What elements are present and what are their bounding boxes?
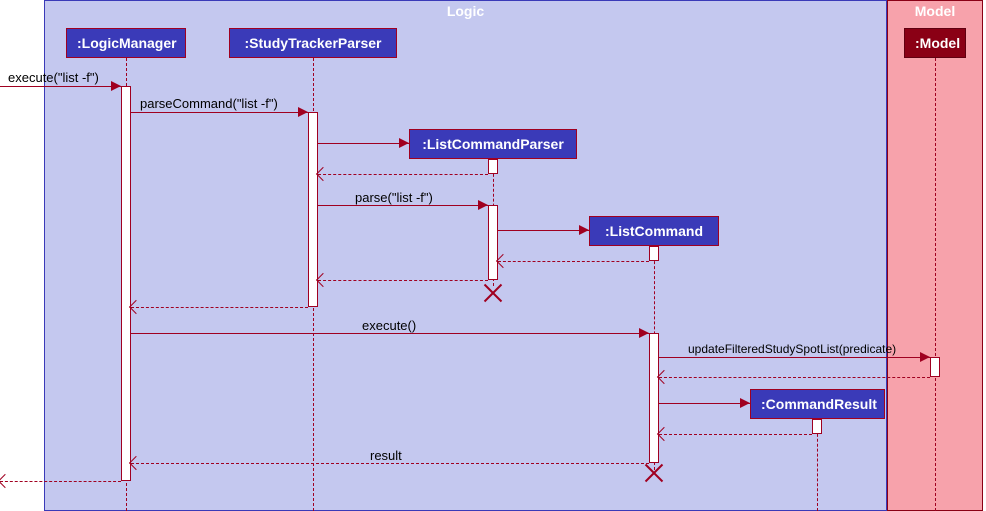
participant-list-command: :ListCommand [589,216,719,246]
msg-execute-list-f: execute("list -f") [8,70,99,85]
msg-result: result [370,448,402,463]
msg-parse-command: parseCommand("list -f") [140,96,278,111]
activation-command-result [812,419,822,434]
participant-logic-manager-label: :LogicManager [77,35,177,51]
arrow-head-create-cr [740,398,750,408]
participant-model: :Model [904,28,966,58]
arrow-m4 [131,333,649,334]
lifeline-model [935,58,936,511]
activation-logic-manager [121,86,131,481]
arrow-head-m2 [298,107,308,117]
arrow-return-final [0,481,121,482]
arrow-return-lc-create [498,261,649,262]
arrow-m6 [131,463,649,464]
participant-command-result: :CommandResult [750,389,885,419]
arrow-m2 [131,112,308,113]
arrow-return-cr-lc [659,434,812,435]
arrow-head-return-final [0,474,12,488]
destroy-lcp [483,283,503,303]
participant-command-result-label: :CommandResult [761,396,877,412]
activation-list-command-parser-1 [488,159,498,174]
participant-model-label: :Model [915,35,960,51]
activation-list-command-1 [649,246,659,261]
arrow-return-model-lc [659,377,930,378]
arrow-head-create-lcp [399,138,409,148]
participant-list-command-label: :ListCommand [605,223,703,239]
participant-logic-manager: :LogicManager [66,28,186,58]
frame-logic-label: Logic [447,1,484,21]
msg-execute: execute() [362,318,416,333]
arrow-head-m3 [478,200,488,210]
participant-list-command-parser-label: :ListCommandParser [422,136,564,152]
arrow-return-lcp-stp [318,280,488,281]
msg-parse: parse("list -f") [355,190,433,205]
arrow-head-m1 [111,81,121,91]
participant-study-tracker-parser: :StudyTrackerParser [229,28,397,58]
activation-model [930,357,940,377]
arrow-m1 [0,86,121,87]
arrow-create-cr [659,403,750,404]
arrow-create-lcp [318,143,409,144]
arrow-m5 [659,357,930,358]
arrow-return-lcp-create [318,174,488,175]
participant-list-command-parser: :ListCommandParser [409,129,577,159]
participant-study-tracker-parser-label: :StudyTrackerParser [245,35,382,51]
arrow-m3 [318,205,488,206]
arrow-head-create-lc [579,225,589,235]
arrow-head-m4 [639,328,649,338]
arrow-return-stp-lm [131,307,308,308]
activation-list-command-parser-2 [488,205,498,280]
frame-model-label: Model [915,1,955,21]
msg-update-filtered: updateFilteredStudySpotList(predicate) [688,342,896,356]
destroy-lc [644,463,664,483]
activation-list-command-2 [649,333,659,463]
arrow-create-lc [498,230,589,231]
arrow-head-m5 [920,352,930,362]
